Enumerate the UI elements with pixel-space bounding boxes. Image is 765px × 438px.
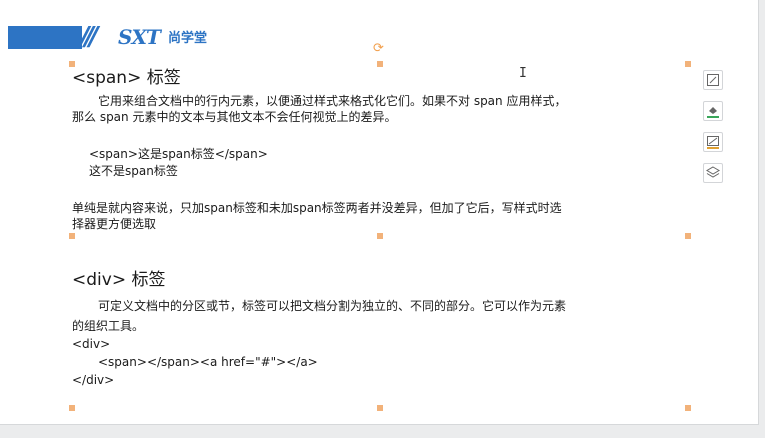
div-code-line-2: <span></span><a href="#"></a> xyxy=(98,355,318,369)
resize-handle-top-right[interactable] xyxy=(685,61,691,67)
layers-icon[interactable] xyxy=(703,163,723,183)
brand-bar xyxy=(8,26,82,49)
span-example-line-2: 这不是span标签 xyxy=(89,164,178,178)
text-cursor-icon: I xyxy=(519,66,527,81)
resize-handle-bottom-right[interactable] xyxy=(685,233,691,239)
resize-handle-bottom[interactable] xyxy=(377,233,383,239)
resize-handle-bottom-left[interactable] xyxy=(69,233,75,239)
resize-handle-top-left[interactable] xyxy=(69,61,75,67)
div-code-line-1: <div> xyxy=(72,337,111,351)
resize-handle-lower-bottom[interactable] xyxy=(377,405,383,411)
span-note-line-2: 择器更方便选取 xyxy=(72,217,157,231)
div-section-title: <div> 标签 xyxy=(72,270,166,290)
resize-handle-lower-right[interactable] xyxy=(685,405,691,411)
div-code-line-3: </div> xyxy=(72,373,115,387)
span-example-line-1: <span>这是span标签</span> xyxy=(89,147,268,161)
span-section-title: <span> 标签 xyxy=(72,68,181,88)
brand-slashes-icon: /// xyxy=(80,22,98,52)
layout-icon[interactable] xyxy=(703,70,723,90)
logo-name: 尚学堂 xyxy=(168,31,208,46)
span-intro-line-2: 那么 span 元素中的文本与其他文本不会任何视觉上的差异。 xyxy=(72,110,397,124)
span-intro-line-1: 它用来组合文档中的行内元素，以便通过样式来格式化它们。如果不对 span 应用样… xyxy=(98,94,567,108)
resize-handle-lower-left[interactable] xyxy=(69,405,75,411)
line-style-icon[interactable] xyxy=(703,132,723,152)
resize-handle-top[interactable] xyxy=(377,61,383,67)
div-intro-line-1: 可定义文档中的分区或节，标签可以把文档分割为独立的、不同的部分。它可以作为元素 xyxy=(98,299,567,313)
span-note-line-1: 单纯是就内容来说，只加span标签和未加span标签两者并没差异，但加了它后，写… xyxy=(72,201,562,215)
fill-icon[interactable] xyxy=(703,101,723,121)
slide-canvas[interactable]: /// SXT 尚学堂 ⟳ I <span> 标签 它用来组合文档中的行内元素，… xyxy=(0,0,759,425)
div-intro-line-2: 的组织工具。 xyxy=(72,319,145,333)
logo-mark: SXT xyxy=(118,25,161,49)
rotate-handle-icon[interactable]: ⟳ xyxy=(373,42,384,55)
